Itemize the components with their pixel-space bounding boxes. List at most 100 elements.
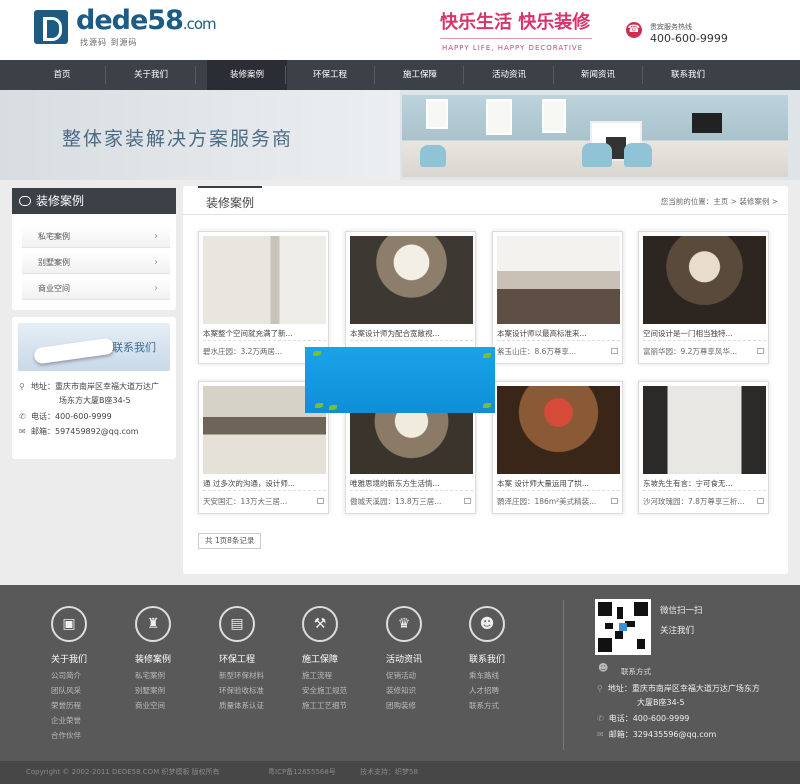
- sidebar-item-private[interactable]: 私宅案例 ›: [22, 226, 170, 248]
- case-title[interactable]: 傲城天溪园：13.8万三居...: [350, 496, 462, 508]
- case-caption[interactable]: 本案设计师以最高标准来...: [497, 328, 620, 341]
- case-caption[interactable]: 本案整个空间就充满了新...: [203, 328, 326, 341]
- copyright-text: Copyright © 2002-2011 DEDE58.COM 织梦模板 版权…: [26, 768, 220, 776]
- case-title[interactable]: 富丽华园：9.2万尊享风华...: [643, 346, 755, 358]
- footer-link[interactable]: 乘车路线: [469, 668, 499, 683]
- footer-link[interactable]: 团队风采: [51, 683, 81, 698]
- case-caption[interactable]: 唯雅思境的新东方生活情...: [350, 478, 473, 491]
- case-image[interactable]: [203, 236, 326, 324]
- nav-item-events[interactable]: 活动资讯: [469, 60, 549, 90]
- case-card[interactable]: 本案设计师为配合宽敞视... 阳光城：10.8万打造...: [345, 231, 476, 364]
- paint-roller-icon[interactable]: ▤: [219, 606, 255, 642]
- footer-link[interactable]: 装修知识: [386, 683, 416, 698]
- case-title[interactable]: 碧水庄园：3.2万两居...: [203, 346, 315, 358]
- case-image[interactable]: [497, 236, 620, 324]
- nav-item-cases[interactable]: 装修案例: [207, 60, 287, 90]
- logo-text[interactable]: dede58.com: [76, 6, 217, 39]
- leaf-icon: [483, 403, 491, 408]
- footer-link[interactable]: 环保验收标准: [219, 683, 264, 698]
- footer-link-list: 乘车路线 人才招聘 联系方式: [469, 668, 499, 713]
- trophy-icon[interactable]: ♛: [386, 606, 422, 642]
- footer-column-title[interactable]: 施工保障: [302, 652, 338, 665]
- footer-link[interactable]: 企业荣誉: [51, 713, 81, 728]
- case-image[interactable]: [643, 386, 766, 474]
- leaf-icon: [329, 405, 337, 410]
- image-icon: [757, 498, 764, 504]
- case-caption[interactable]: 空间设计是一门相当独特...: [643, 328, 766, 341]
- case-image[interactable]: [350, 236, 473, 324]
- footer-link[interactable]: 公司简介: [51, 668, 81, 683]
- footer-link[interactable]: 新型环保材料: [219, 668, 264, 683]
- logo-icon[interactable]: [34, 10, 68, 44]
- wechat-scan-text: 微信扫一扫: [660, 606, 703, 616]
- chevron-right-icon: ›: [154, 283, 158, 294]
- case-card[interactable]: 本案设计师以最高标准来... 紫玉山庄：8.6万尊享...: [492, 231, 623, 364]
- footer-link[interactable]: 质量体系认证: [219, 698, 264, 713]
- overlay-popup[interactable]: [305, 347, 495, 413]
- banner-room-image: [402, 95, 788, 177]
- case-caption[interactable]: 东坡先生有言：宁可食无...: [643, 478, 766, 491]
- building-icon[interactable]: ▣: [51, 606, 87, 642]
- location-icon: ⚲: [19, 382, 25, 391]
- footer-link[interactable]: 私宅案例: [135, 668, 165, 683]
- footer-link-list: 私宅案例 别墅案例 商业空间: [135, 668, 165, 713]
- footer-address: ⚲ 地址：重庆市南岸区幸福大道万达广场东方: [597, 684, 760, 693]
- case-card[interactable]: 空间设计是一门相当独特... 富丽华园：9.2万尊享风华...: [638, 231, 769, 364]
- case-card[interactable]: 本案整个空间就充满了新... 碧水庄园：3.2万两居...: [198, 231, 329, 364]
- case-card[interactable]: 本案 设计师大量运用了拱... 鹦泽庄园：186m²美式精装...: [492, 381, 623, 514]
- case-caption[interactable]: 本案 设计师大量运用了拱...: [497, 478, 620, 491]
- footer-link[interactable]: 安全施工规范: [302, 683, 347, 698]
- hammer-icon[interactable]: ⚒: [302, 606, 338, 642]
- footer-link[interactable]: 合作伙伴: [51, 728, 81, 743]
- case-title[interactable]: 沙河玫瑰园：7.8万尊享三析...: [643, 496, 755, 508]
- case-image[interactable]: [497, 386, 620, 474]
- case-image[interactable]: [643, 236, 766, 324]
- nav-divider: [642, 66, 643, 84]
- footer-link[interactable]: 商业空间: [135, 698, 165, 713]
- sidebar-item-villa[interactable]: 别墅案例 ›: [22, 252, 170, 274]
- footer-link[interactable]: 促销活动: [386, 668, 416, 683]
- case-caption[interactable]: 通 过多次的沟通，设计师...: [203, 478, 326, 491]
- footer-link[interactable]: 联系方式: [469, 698, 499, 713]
- sidebar-item-commercial[interactable]: 商业空间 ›: [22, 278, 170, 300]
- lamp-icon[interactable]: ♜: [135, 606, 171, 642]
- nav-item-home[interactable]: 首页: [22, 60, 102, 90]
- case-title[interactable]: 紫玉山庄：8.6万尊享...: [497, 346, 609, 358]
- footer-link[interactable]: 施工工艺细节: [302, 698, 347, 713]
- case-card[interactable]: 东坡先生有言：宁可食无... 沙河玫瑰园：7.8万尊享三析...: [638, 381, 769, 514]
- footer-column-title[interactable]: 联系我们: [469, 652, 505, 665]
- nav-item-contact[interactable]: 联系我们: [648, 60, 728, 90]
- footer-link[interactable]: 人才招聘: [469, 683, 499, 698]
- people-icon[interactable]: ☻: [469, 606, 505, 642]
- breadcrumb[interactable]: 您当前的位置：主页 > 装修案例 >: [661, 196, 778, 207]
- nav-item-about[interactable]: 关于我们: [111, 60, 191, 90]
- room-chair: [582, 143, 612, 167]
- wechat-follow-text: 关注我们: [660, 626, 695, 636]
- case-title[interactable]: 鹦泽庄园：186m²美式精装...: [497, 496, 609, 508]
- pagination: 共 1页8条记录: [198, 533, 262, 549]
- footer-link-list: 新型环保材料 环保验收标准 质量体系认证: [219, 668, 264, 713]
- nav-item-construction[interactable]: 施工保障: [380, 60, 460, 90]
- contact-banner[interactable]: 联系我们: [18, 323, 170, 371]
- slogan: 快乐生活 快乐装修: [440, 12, 591, 33]
- case-title[interactable]: 天安国汇：13万大三居...: [203, 496, 315, 508]
- footer-column-title[interactable]: 关于我们: [51, 652, 87, 665]
- footer-link[interactable]: 团购装修: [386, 698, 416, 713]
- footer-column-title[interactable]: 装修案例: [135, 652, 171, 665]
- icp-text[interactable]: 粤ICP备12655568号: [268, 761, 336, 784]
- wechat-qr-code: [595, 599, 651, 655]
- nav-item-eco[interactable]: 环保工程: [290, 60, 370, 90]
- case-caption[interactable]: 本案设计师为配合宽敞视...: [350, 328, 473, 341]
- chevron-right-icon: ›: [154, 231, 158, 242]
- footer-column-title[interactable]: 环保工程: [219, 652, 255, 665]
- support-text[interactable]: 技术支持：织梦58: [360, 761, 418, 784]
- footer-link[interactable]: 别墅案例: [135, 683, 165, 698]
- mail-icon: ✉: [19, 427, 26, 436]
- footer-link[interactable]: 荣誉历程: [51, 698, 81, 713]
- sidebar-email: ✉ 邮箱：597459892@qq.com: [19, 425, 139, 439]
- nav-item-news[interactable]: 新闻资讯: [558, 60, 638, 90]
- phone-icon: ☎: [626, 22, 642, 38]
- footer-link[interactable]: 施工流程: [302, 668, 347, 683]
- footer-column-title[interactable]: 活动资讯: [386, 652, 422, 665]
- phone-icon: ✆: [19, 412, 26, 421]
